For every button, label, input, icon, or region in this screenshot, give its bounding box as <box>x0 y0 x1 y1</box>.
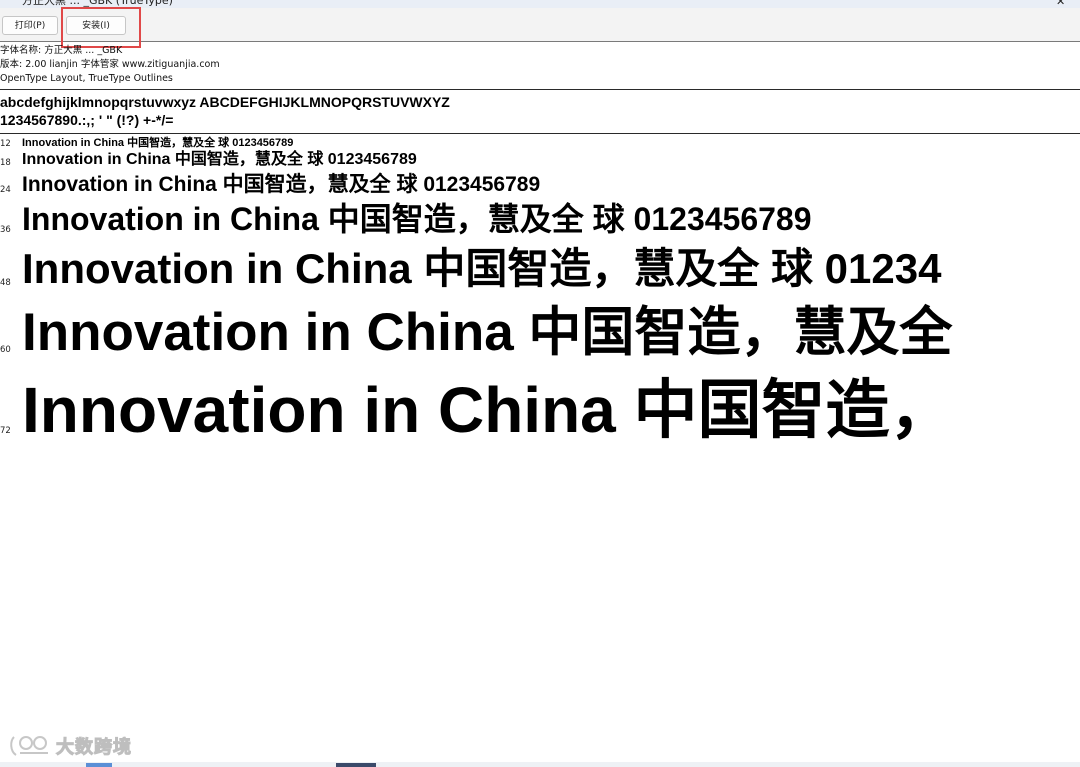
sample-text-48: Innovation in China 中国智造，慧及全 球 01234 <box>22 245 942 292</box>
sample-size-label: 36 <box>0 225 11 235</box>
sample-size-label: 18 <box>0 158 11 168</box>
charset-digits-symbols: 1234567890.:,; ' " (!?) +-*/= <box>0 112 174 128</box>
font-name-line: 字体名称: 方正大黑 ... _GBK <box>0 45 123 56</box>
sample-text-72: Innovation in China 中国智造， <box>22 374 954 446</box>
sample-size-label: 24 <box>0 185 11 195</box>
window-title: 方正大黑 ... _GBK (TrueType) <box>22 0 173 7</box>
sample-size-label: 12 <box>0 139 11 149</box>
font-info: 字体名称: 方正大黑 ... _GBK 版本: 2.00 lianjin 字体管… <box>0 44 220 86</box>
sample-text-18: Innovation in China 中国智造，慧及全 球 012345678… <box>22 151 417 168</box>
divider <box>0 89 1080 90</box>
sample-text-36: Innovation in China 中国智造，慧及全 球 012345678… <box>22 201 812 237</box>
sample-text-12: Innovation in China 中国智造，慧及全 球 012345678… <box>22 137 294 149</box>
sample-size-label: 48 <box>0 278 11 288</box>
taskbar-app-indicator <box>86 763 112 767</box>
watermark-logo-icon <box>10 736 48 756</box>
sample-size-label: 60 <box>0 345 11 355</box>
charset-letters: abcdefghijklmnopqrstuvwxyz ABCDEFGHIJKLM… <box>0 94 450 110</box>
sample-text-60: Innovation in China 中国智造，慧及全 <box>22 303 953 362</box>
watermark: 大数跨境 <box>8 732 132 760</box>
font-version-line: 版本: 2.00 lianjin 字体管家 www.zitiguanjia.co… <box>0 59 220 70</box>
print-button[interactable]: 打印(P) <box>2 16 58 35</box>
watermark-text: 大数跨境 <box>56 737 132 759</box>
divider <box>0 133 1080 134</box>
install-button[interactable]: 安装(I) <box>66 16 126 35</box>
taskbar-app-indicator <box>336 763 376 767</box>
taskbar-edge <box>0 762 1080 767</box>
sample-text-24: Innovation in China 中国智造，慧及全 球 012345678… <box>22 173 541 196</box>
toolbar: 打印(P) 安装(I) <box>0 8 1080 42</box>
font-viewer-window: 方正大黑 ... _GBK (TrueType) ✕ 打印(P) 安装(I) 字… <box>0 0 1080 767</box>
sample-size-label: 72 <box>0 426 11 436</box>
title-bar: 方正大黑 ... _GBK (TrueType) ✕ <box>0 0 1080 8</box>
font-type-line: OpenType Layout, TrueType Outlines <box>0 73 173 84</box>
close-icon[interactable]: ✕ <box>1056 0 1066 7</box>
